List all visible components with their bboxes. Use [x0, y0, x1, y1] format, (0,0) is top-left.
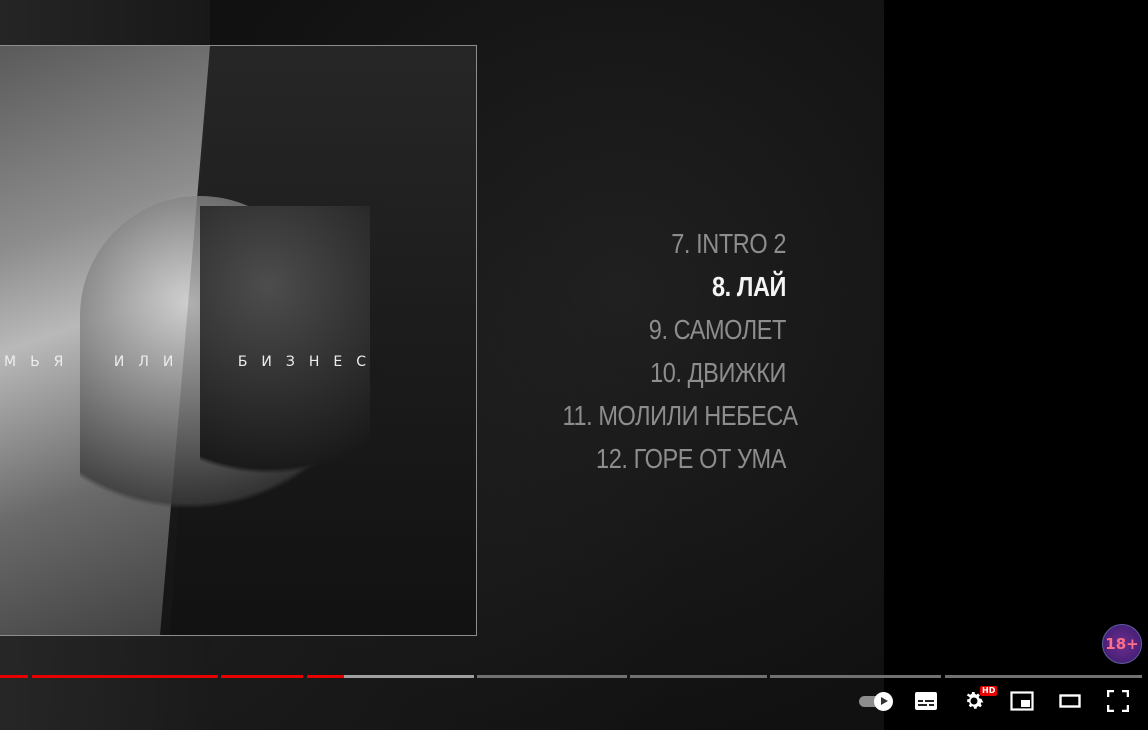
theater-mode-button[interactable]	[1052, 684, 1088, 718]
chapter-segment[interactable]	[0, 675, 28, 678]
chapter-segment-buffered[interactable]	[344, 675, 474, 678]
age-rating-badge: 18+	[1102, 624, 1142, 664]
chapter-segment[interactable]	[477, 675, 627, 678]
track-item: 10. ДВИЖКИ	[650, 357, 786, 388]
fullscreen-button[interactable]	[1100, 684, 1136, 718]
track-item-current: 8. ЛАЙ	[711, 271, 786, 302]
player-controls: HD	[0, 684, 1148, 722]
chapter-segment-played[interactable]	[307, 675, 344, 678]
autoplay-toggle-icon	[874, 692, 893, 711]
album-title-part: МЬЯ	[4, 354, 78, 370]
miniplayer-icon	[1010, 691, 1034, 711]
track-item: 11. МОЛИЛИ НЕБЕСА	[562, 400, 799, 431]
autoplay-toggle[interactable]	[856, 684, 896, 718]
fullscreen-icon	[1107, 690, 1129, 712]
subtitles-icon	[915, 692, 937, 710]
subtitles-button[interactable]	[908, 684, 944, 718]
album-title: МЬЯ ИЛИ БИЗНЕС	[0, 354, 476, 370]
track-item: 7. INTRO 2	[671, 228, 786, 259]
track-item: 12. ГОРЕ ОТ УМА	[596, 443, 786, 474]
theater-mode-icon	[1059, 694, 1081, 708]
settings-button[interactable]: HD	[956, 684, 998, 718]
album-cover: МЬЯ ИЛИ БИЗНЕС	[0, 45, 477, 636]
miniplayer-button[interactable]	[1004, 684, 1040, 718]
album-title-part: ИЛИ	[113, 354, 188, 370]
track-item: 9. САМОЛЕТ	[648, 314, 787, 345]
video-player[interactable]: МЬЯ ИЛИ БИЗНЕС 7. INTRO 2 8. ЛАЙ 9. САМО…	[0, 0, 1148, 730]
chapter-segment[interactable]	[770, 675, 941, 678]
tracklist: 7. INTRO 2 8. ЛАЙ 9. САМОЛЕТ 10. ДВИЖКИ …	[520, 222, 799, 480]
hd-badge: HD	[980, 686, 998, 696]
chapter-segment[interactable]	[32, 675, 218, 678]
video-frame[interactable]: МЬЯ ИЛИ БИЗНЕС 7. INTRO 2 8. ЛАЙ 9. САМО…	[0, 0, 884, 730]
chapter-segment[interactable]	[630, 675, 767, 678]
album-title-part: БИЗНЕС	[237, 354, 381, 370]
chapter-segment[interactable]	[945, 675, 1142, 678]
progress-bar[interactable]	[0, 673, 1142, 679]
chapter-segment[interactable]	[221, 675, 303, 678]
